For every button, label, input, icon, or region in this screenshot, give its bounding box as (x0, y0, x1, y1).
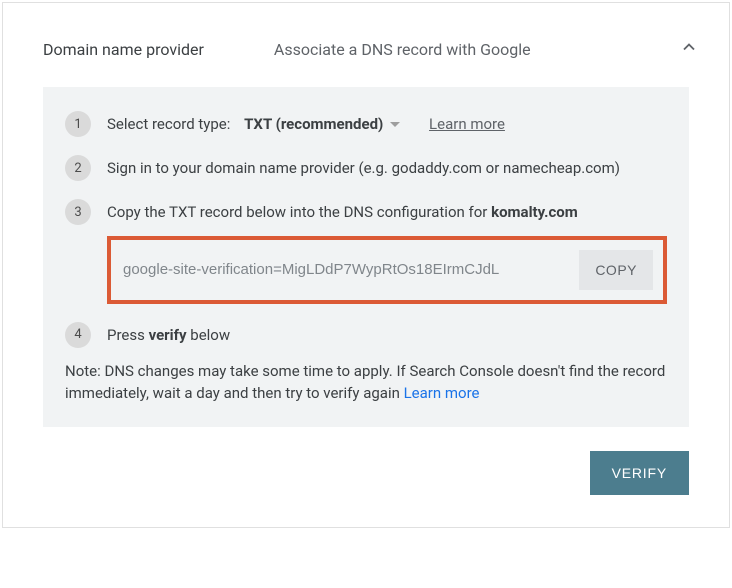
txt-record-highlight-box: COPY (107, 236, 667, 304)
record-type-value: TXT (recommended) (244, 114, 383, 136)
dropdown-triangle-icon (389, 114, 401, 136)
note-text: Note: DNS changes may take some time to … (65, 362, 665, 403)
step-2: 2 Sign in to your domain name provider (… (65, 155, 667, 181)
learn-more-link-recordtype[interactable]: Learn more (429, 115, 505, 133)
step-2-text: Sign in to your domain name provider (e.… (107, 155, 667, 180)
dns-verification-panel: Domain name provider Associate a DNS rec… (2, 2, 730, 528)
step-4: 4 Press verify below (65, 322, 667, 348)
step-1: 1 Select record type: TXT (recommended) … (65, 111, 667, 137)
panel-footer: VERIFY (3, 451, 729, 527)
step-4-post: below (187, 326, 231, 344)
step-3-badge: 3 (65, 199, 91, 225)
step-1-badge: 1 (65, 111, 91, 137)
step-2-badge: 2 (65, 155, 91, 181)
txt-record-field[interactable] (121, 255, 579, 284)
step-1-label: Select record type: (107, 115, 230, 133)
panel-subtitle: Associate a DNS record with Google (274, 40, 679, 59)
steps-container: 1 Select record type: TXT (recommended) … (43, 87, 689, 427)
step-3-pre: Copy the TXT record below into the DNS c… (107, 203, 491, 221)
panel-title: Domain name provider (43, 40, 204, 59)
learn-more-link-note[interactable]: Learn more (404, 384, 480, 402)
verify-button[interactable]: VERIFY (590, 451, 689, 495)
step-4-pre: Press (107, 326, 149, 344)
step-4-bold: verify (149, 326, 187, 344)
step-3: 3 Copy the TXT record below into the DNS… (65, 199, 667, 304)
step-3-domain: komalty.com (491, 203, 578, 221)
chevron-up-icon[interactable] (679, 37, 699, 61)
panel-header[interactable]: Domain name provider Associate a DNS rec… (3, 3, 729, 87)
step-4-badge: 4 (65, 322, 91, 348)
dns-note: Note: DNS changes may take some time to … (65, 360, 667, 405)
record-type-select[interactable]: TXT (recommended) (244, 114, 401, 136)
copy-button[interactable]: COPY (579, 250, 653, 290)
